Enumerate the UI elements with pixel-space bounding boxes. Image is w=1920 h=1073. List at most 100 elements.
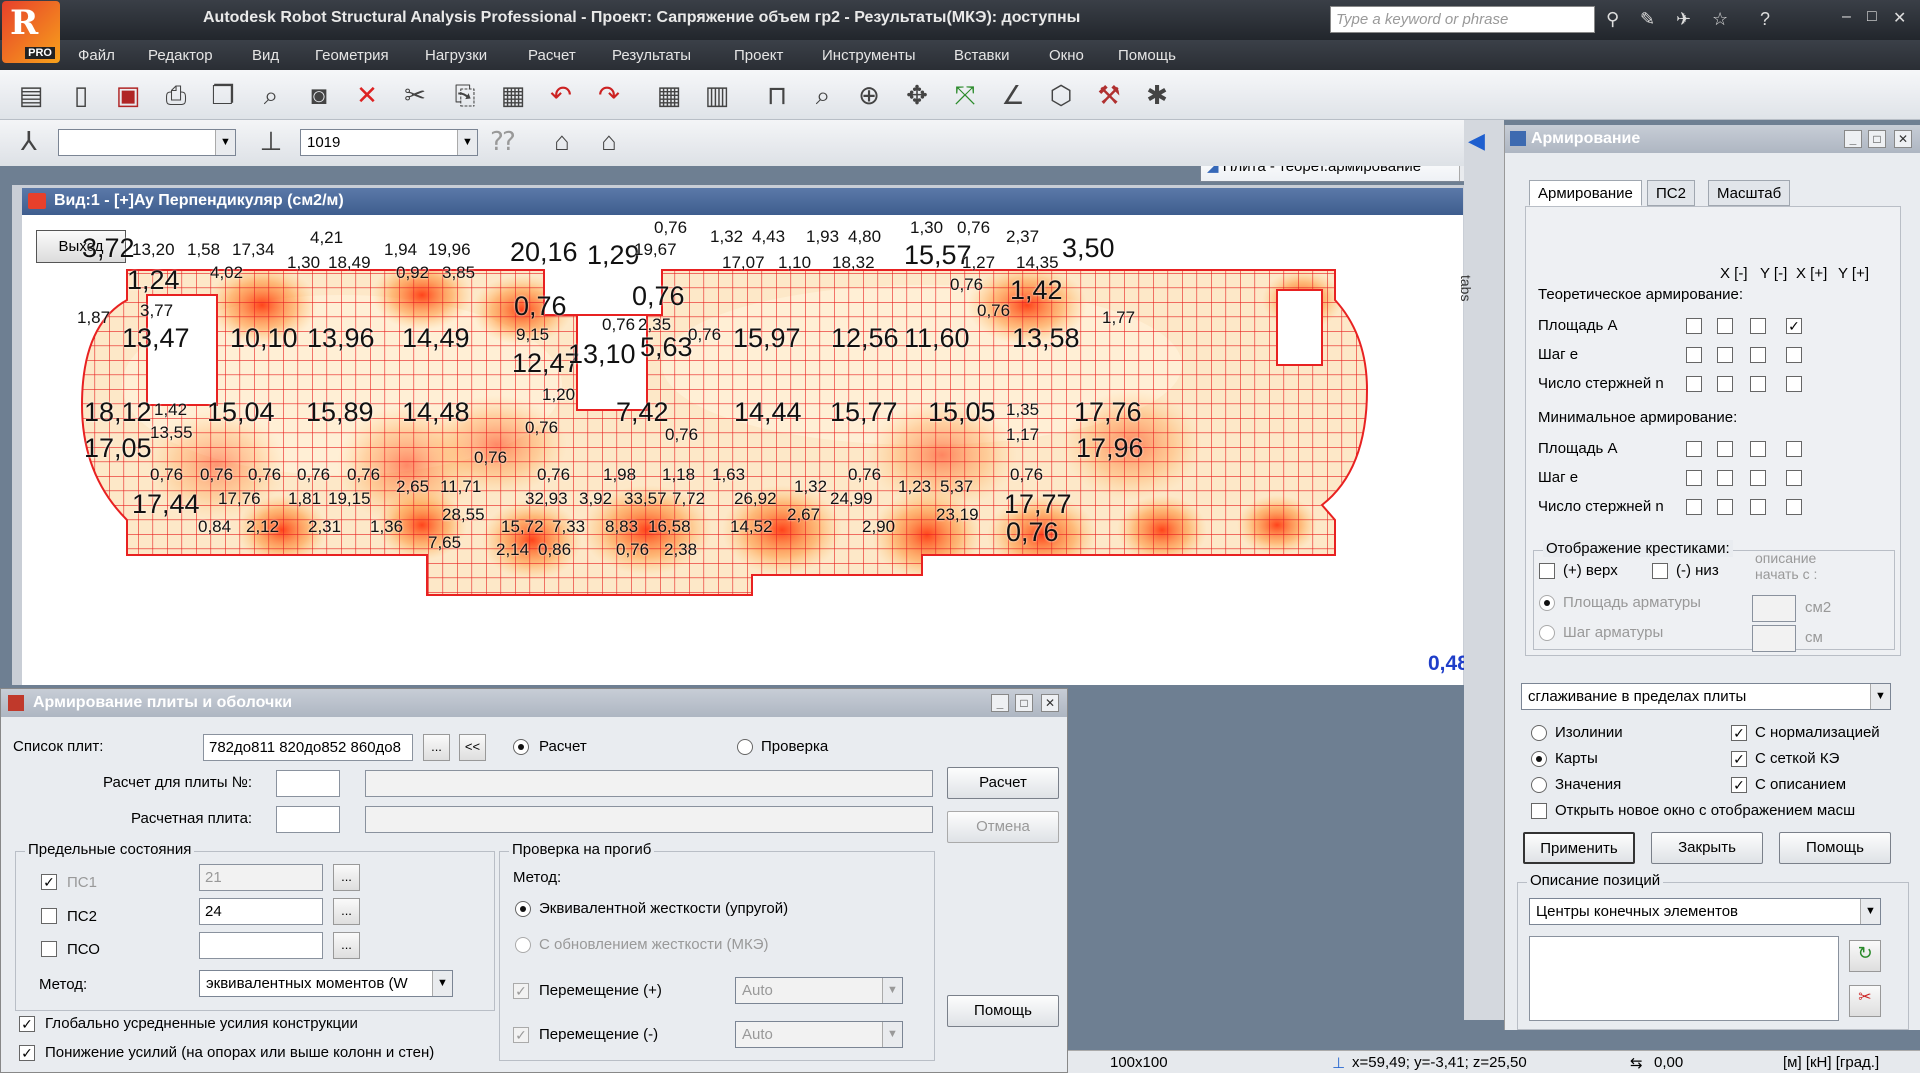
close-icon[interactable]: ✕ bbox=[1893, 8, 1906, 28]
delete-positions-icon[interactable]: ✂ bbox=[1849, 985, 1881, 1017]
reinforcement-checkbox[interactable] bbox=[1786, 470, 1802, 486]
step-start-input[interactable] bbox=[1752, 625, 1796, 652]
mesh-checkbox[interactable]: ✓ bbox=[1731, 751, 1747, 767]
minimize-icon[interactable]: – bbox=[1842, 8, 1851, 26]
project-icon[interactable]: ▤ bbox=[14, 78, 48, 112]
reinforcement-checkbox[interactable] bbox=[1686, 441, 1702, 457]
book-icon[interactable]: ❐ bbox=[206, 78, 240, 112]
print-preview-icon[interactable]: ⌕ bbox=[254, 78, 288, 112]
wrench-icon[interactable]: ⚒ bbox=[1092, 78, 1126, 112]
close-icon[interactable]: ✕ bbox=[1041, 694, 1059, 712]
ps2-more-button[interactable]: ... bbox=[333, 898, 360, 925]
cross-bottom-checkbox[interactable] bbox=[1652, 563, 1668, 579]
reinforcement-checkbox[interactable] bbox=[1786, 441, 1802, 457]
reinforcement-checkbox[interactable]: ✓ bbox=[1786, 318, 1802, 334]
area-start-input[interactable] bbox=[1752, 595, 1796, 622]
reinforcement-checkbox[interactable] bbox=[1750, 470, 1766, 486]
reinforcement-checkbox[interactable] bbox=[1686, 347, 1702, 363]
pso-input[interactable] bbox=[199, 932, 323, 959]
arrow-left-icon[interactable]: ◀ bbox=[1468, 128, 1485, 154]
chevron-down-icon[interactable]: ▼ bbox=[882, 978, 902, 1003]
chevron-down-icon[interactable]: ▼ bbox=[432, 971, 452, 996]
maps-radio[interactable] bbox=[1531, 751, 1547, 767]
reinforcement-checkbox[interactable] bbox=[1750, 441, 1766, 457]
apply-button[interactable]: Применить bbox=[1523, 832, 1635, 864]
menu-add-ins[interactable]: Вставки bbox=[954, 47, 1009, 64]
subscription-icon[interactable]: ✈ bbox=[1676, 9, 1691, 30]
plate-list-back-button[interactable]: << bbox=[459, 734, 486, 761]
measure-icon[interactable]: ∠ bbox=[996, 78, 1030, 112]
minimize-icon[interactable]: _ bbox=[1844, 130, 1862, 148]
tab-sls[interactable]: ПС2 bbox=[1647, 180, 1695, 206]
tools-icon[interactable]: ✎ bbox=[1640, 9, 1655, 30]
method-select[interactable]: эквивалентных моментов (W ▼ bbox=[199, 970, 453, 997]
reduce-forces-checkbox[interactable]: ✓ bbox=[19, 1045, 35, 1061]
disp-minus-checkbox[interactable]: ✓ bbox=[513, 1027, 529, 1043]
menu-edit[interactable]: Редактор bbox=[148, 47, 213, 64]
reinforcement-checkbox[interactable] bbox=[1750, 499, 1766, 515]
select-nodes-icon[interactable]: ⅄ bbox=[12, 124, 46, 158]
refresh-icon[interactable]: ↻ bbox=[1849, 940, 1881, 972]
menu-window[interactable]: Окно bbox=[1049, 47, 1084, 64]
menu-geometry[interactable]: Геометрия bbox=[315, 47, 389, 64]
zoom-window-icon[interactable]: ⊕ bbox=[852, 78, 886, 112]
isolines-radio[interactable] bbox=[1531, 725, 1547, 741]
table-icon[interactable]: ▥ bbox=[700, 78, 734, 112]
redo-icon[interactable]: ↷ bbox=[592, 78, 626, 112]
maximize-icon[interactable]: □ bbox=[1015, 694, 1033, 712]
menu-results[interactable]: Результаты bbox=[612, 47, 691, 64]
save-icon[interactable]: ▣ bbox=[111, 78, 145, 112]
reinforcement-checkbox[interactable] bbox=[1717, 318, 1733, 334]
normalization-checkbox[interactable]: ✓ bbox=[1731, 725, 1747, 741]
reinforcement-checkbox[interactable] bbox=[1717, 376, 1733, 392]
menu-file[interactable]: Файл bbox=[78, 47, 115, 64]
pso-checkbox[interactable] bbox=[41, 941, 57, 957]
global-avg-checkbox[interactable]: ✓ bbox=[19, 1016, 35, 1032]
menu-project[interactable]: Проект bbox=[734, 47, 783, 64]
reinforcement-checkbox[interactable] bbox=[1786, 499, 1802, 515]
disp-plus-select[interactable]: Auto ▼ bbox=[735, 977, 903, 1004]
close-button[interactable]: Закрыть bbox=[1651, 832, 1763, 864]
reinforcement-checkbox[interactable] bbox=[1686, 499, 1702, 515]
menu-view[interactable]: Вид bbox=[252, 47, 279, 64]
positions-select[interactable]: Центры конечных элементов ▼ bbox=[1529, 898, 1881, 925]
area-reinf-radio[interactable] bbox=[1539, 595, 1555, 611]
help-icon[interactable]: ? bbox=[1760, 9, 1770, 30]
description-checkbox[interactable]: ✓ bbox=[1731, 777, 1747, 793]
chevron-down-icon[interactable]: ▼ bbox=[1860, 899, 1880, 924]
print-icon[interactable]: ⎙ bbox=[159, 78, 193, 112]
copy-icon[interactable]: ⎘ bbox=[448, 78, 482, 112]
calculator-icon[interactable]: ▦ bbox=[652, 78, 686, 112]
undo-icon[interactable]: ↶ bbox=[544, 78, 578, 112]
view-canvas[interactable]: Выход 3,72 13,20 1,58 17,34 4,21 1,94 19,96 20,… bbox=[22, 215, 1469, 685]
chevron-down-icon[interactable]: ▼ bbox=[882, 1022, 902, 1047]
reinforcement-checkbox[interactable] bbox=[1786, 347, 1802, 363]
menu-analysis[interactable]: Расчет bbox=[528, 47, 576, 64]
open-new-window-checkbox[interactable] bbox=[1531, 803, 1547, 819]
ps1-more-button[interactable]: ... bbox=[333, 864, 360, 891]
reinforcement-checkbox[interactable] bbox=[1717, 499, 1733, 515]
calc-radio[interactable] bbox=[513, 739, 529, 755]
chevron-down-icon[interactable]: ▼ bbox=[215, 130, 235, 155]
status-units[interactable]: [м] [кН] [град.] bbox=[1783, 1054, 1879, 1071]
camera-icon[interactable]: ◙ bbox=[302, 78, 336, 112]
maximize-icon[interactable]: □ bbox=[1868, 130, 1886, 148]
favorite-star-icon[interactable]: ☆ bbox=[1712, 9, 1728, 30]
ps1-input[interactable]: 21 bbox=[199, 864, 323, 891]
menu-loads[interactable]: Нагрузки bbox=[425, 47, 487, 64]
delete-icon[interactable]: ✕ bbox=[350, 78, 384, 112]
maximize-icon[interactable]: □ bbox=[1867, 8, 1877, 26]
equiv-stiffness-radio[interactable] bbox=[515, 901, 531, 917]
reinforcement-checkbox[interactable] bbox=[1786, 376, 1802, 392]
tabs-label[interactable]: tabs bbox=[1458, 275, 1474, 301]
ps2-checkbox[interactable] bbox=[41, 908, 57, 924]
axes-icon[interactable]: ⤧ bbox=[948, 78, 982, 112]
paste-icon[interactable]: ▦ bbox=[496, 78, 530, 112]
calc-for-input[interactable] bbox=[276, 770, 340, 797]
cut-icon[interactable]: ✂ bbox=[398, 78, 432, 112]
positions-text[interactable] bbox=[1529, 936, 1839, 1021]
design-icon[interactable]: ✱ bbox=[1140, 78, 1174, 112]
app-logo[interactable]: R PRO bbox=[2, 1, 60, 63]
reinforcement-checkbox[interactable] bbox=[1717, 441, 1733, 457]
tab-scale[interactable]: Масштаб bbox=[1708, 180, 1791, 206]
